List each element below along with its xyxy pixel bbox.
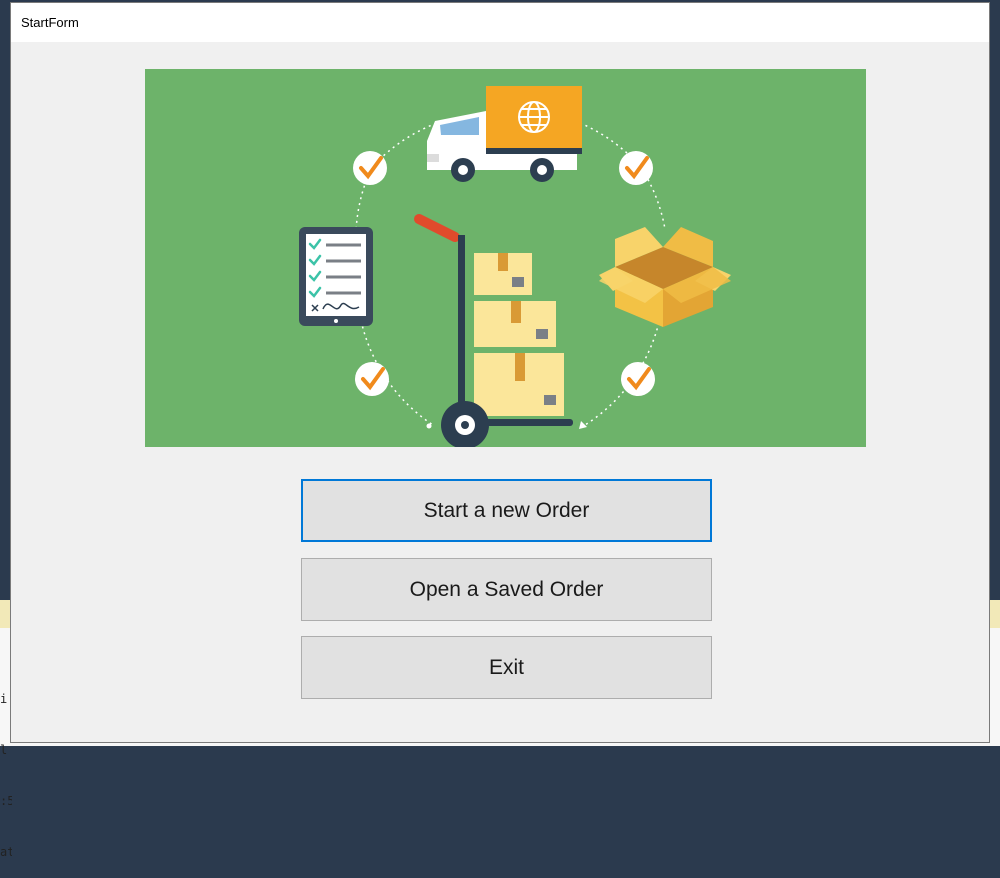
checkmark-badge-icon (355, 362, 389, 396)
checkmark-badge-icon (353, 151, 387, 185)
stacked-box (474, 353, 564, 416)
checkmark-badge-icon (619, 151, 653, 185)
checklist-clipboard-icon (299, 227, 373, 326)
title-bar[interactable]: StartForm (11, 3, 989, 42)
cardboard-box-icon (599, 227, 731, 327)
stacked-box (474, 301, 556, 347)
open-saved-order-button[interactable]: Open a Saved Order (301, 558, 712, 621)
exit-button[interactable]: Exit (301, 636, 712, 699)
truck-icon (427, 86, 582, 182)
start-new-order-button[interactable]: Start a new Order (301, 479, 712, 542)
delivery-illustration (145, 69, 866, 447)
start-form-window: StartForm Start a new Order Open a Saved… (10, 2, 990, 743)
checkmark-badge-icon (621, 362, 655, 396)
window-title: StartForm (21, 15, 79, 30)
hand-truck-icon (414, 214, 573, 447)
stacked-box (474, 253, 532, 295)
